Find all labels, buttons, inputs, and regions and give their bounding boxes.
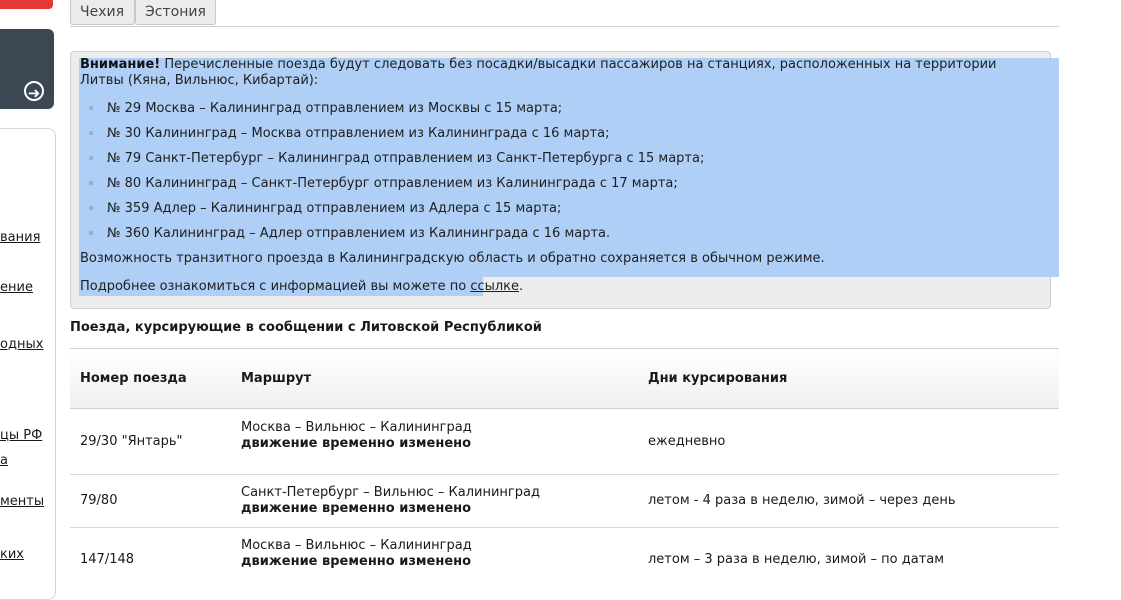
days: летом – 3 раза в неделю, зимой – по дата… [648,552,945,567]
bullet [89,231,93,235]
sidebar-menu [0,128,56,600]
list-item: № 30 Калининград – Москва отправлением и… [107,126,610,141]
train-number: 147/148 [80,552,135,567]
sidebar-link[interactable]: а [0,453,8,468]
country-tabs: Чехия Эстония [70,0,1059,27]
route-status: движение временно изменено [241,554,472,569]
sidebar-link[interactable]: вания [0,230,40,245]
header-days: Дни курсирования [648,371,788,386]
sidebar-link[interactable]: ение [0,280,33,295]
days: летом - 4 раза в неделю, зимой – через д… [648,493,956,508]
bullet [89,131,93,135]
sidebar-link[interactable]: ких [0,547,24,562]
train-number: 29/30 "Янтарь" [80,434,183,449]
table-row: 29/30 "Янтарь" Москва – Вильнюс – Калини… [70,409,1059,475]
red-header-tab [0,0,53,9]
more-info-link[interactable]: ссылке [470,279,519,294]
sidebar-link[interactable]: цы РФ [0,428,42,443]
route-status: движение временно изменено [241,501,472,516]
tab-estonia[interactable]: Эстония [135,0,216,25]
route: Москва – Вильнюс – Калининград движение в… [241,420,472,452]
route-text: Москва – Вильнюс – Калининград [241,538,472,553]
list-item: № 360 Калининград – Адлер отправлением и… [107,226,611,241]
bullet [89,181,93,185]
route-text: Москва – Вильнюс – Калининград [241,420,472,435]
section-title: Поезда, курсирующие в сообщении с Литовс… [70,320,542,335]
bullet [89,206,93,210]
header-train-number: Номер поезда [80,371,187,386]
table-row: 147/148 Москва – Вильнюс – Калининград дв… [70,528,1059,589]
arrow-right-icon[interactable]: ➜ [24,81,44,102]
list-item: № 80 Калининград – Санкт-Петербург отпра… [107,176,678,191]
route-status: движение временно изменено [241,436,472,451]
route: Санкт-Петербург – Вильнюс – Калининград д… [241,485,540,517]
list-item: № 29 Москва – Калининград отправлением и… [107,101,563,116]
days: ежедневно [648,434,726,449]
more-info: Подробнее ознакомиться с информацией вы … [80,279,523,295]
header-route: Маршрут [241,371,312,386]
table-header: Номер поезда Маршрут Дни курсирования [70,348,1059,409]
transit-note: Возможность транзитного проезда в Калини… [80,251,825,266]
bullet [89,106,93,110]
more-info-text: Подробнее ознакомиться с информацией вы … [80,279,471,294]
login-panel: ➜ [0,29,54,109]
sidebar-link[interactable]: менты [0,494,44,509]
list-item: № 359 Адлер – Калининград отправлением и… [107,201,562,216]
table-row: 79/80 Санкт-Петербург – Вильнюс – Калини… [70,475,1059,528]
more-info-end: . [519,279,524,294]
list-item: № 79 Санкт-Петербург – Калининград отпра… [107,151,705,166]
notice-intro: Внимание! Перечисленные поезда будут сле… [80,57,1020,89]
bullet [89,156,93,160]
tab-czech[interactable]: Чехия [70,0,135,25]
notice-intro-text: Перечисленные поезда будут следовать без… [80,57,997,88]
sidebar-link[interactable]: одных [0,337,43,352]
route: Москва – Вильнюс – Калининград движение в… [241,538,472,570]
train-number: 79/80 [80,493,118,508]
route-text: Санкт-Петербург – Вильнюс – Калининград [241,485,540,500]
text-selection-highlight [79,58,1059,277]
notice-title: Внимание! [80,57,161,72]
